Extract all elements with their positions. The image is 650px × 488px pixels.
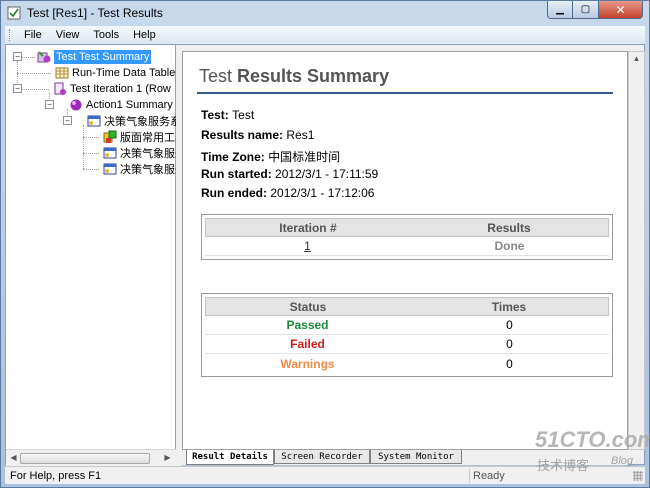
table-row: Failed 0 [205,335,609,354]
menu-help[interactable]: Help [126,29,163,41]
title-bar[interactable]: Test [Res1] - Test Results ▁ ▢ ✕ [1,1,649,25]
iterations-table: Iteration # Results 1 Done [201,214,613,260]
tree-node-test-summary[interactable]: Test Test Summary [37,49,152,65]
info-run-ended: Run ended: 2012/3/1 - 17:12:06 [201,186,375,200]
app-icon [7,6,21,20]
minimize-button[interactable]: ▁ [547,1,573,19]
tree-node-browser[interactable]: 决策气象服务系统 [87,113,176,129]
status-ready: Ready [473,470,505,482]
table-row: Warnings 0 [205,354,609,373]
tree-connector [17,73,51,74]
tree-horizontal-scrollbar[interactable]: ◀ ▶ [6,449,176,466]
menu-file[interactable]: File [17,29,49,41]
tree-collapse-toggle[interactable]: − [13,84,22,93]
tree-connector [83,137,99,138]
window-controls: ▁ ▢ ✕ [547,1,643,19]
window-title: Test [Res1] - Test Results [27,6,163,20]
tree-body: − − − − Test Test Summary Run-Time Data … [6,45,176,449]
tree-node-browser[interactable]: 决策气象服务 [103,161,176,177]
table-row: 1 Done [205,237,609,256]
table-header-row: Iteration # Results [205,218,609,237]
status-count: 0 [506,356,513,371]
maximize-icon: ▢ [580,4,591,15]
iteration-result: Done [494,239,525,253]
menu-bar: File View Tools Help [5,26,645,44]
info-time-zone: Time Zone: 中国标准时间 [201,150,341,164]
action-icon [70,99,82,111]
tree-node-action-summary[interactable]: Action1 Summary [69,97,173,113]
table-row: Passed 0 [205,316,609,335]
status-separator [469,469,470,483]
column-header: Times [491,299,527,314]
app-window: Test [Res1] - Test Results ▁ ▢ ✕ File Vi… [0,0,650,488]
report-title: Test Results Summary [199,66,390,86]
tree-connector [83,153,99,154]
status-warnings: Warnings [280,356,335,371]
summary-icon [37,51,51,63]
maximize-button[interactable]: ▢ [573,1,599,19]
report-vertical-scrollbar[interactable]: ▲ [628,51,645,450]
title-divider [197,92,613,94]
menu-grip [9,29,13,41]
status-passed: Passed [286,318,329,332]
menu-view[interactable]: View [49,29,87,41]
column-header: Iteration # [279,220,337,235]
scroll-right-icon[interactable]: ▶ [162,453,173,464]
column-header: Results [487,220,531,235]
client-area: − − − − Test Test Summary Run-Time Data … [5,44,645,466]
tree-node-browser[interactable]: 决策气象服务 [103,145,176,161]
iteration-link[interactable]: 1 [304,239,311,253]
close-button[interactable]: ✕ [599,1,643,19]
scroll-thumb[interactable] [20,453,150,464]
tree-collapse-toggle[interactable]: − [63,116,72,125]
scroll-left-icon[interactable]: ◀ [8,453,19,464]
status-table: Status Times Passed 0 Failed 0 Warnings … [201,293,613,377]
info-run-started: Run started: 2012/3/1 - 17:11:59 [201,167,379,181]
tree-collapse-toggle[interactable]: − [13,52,22,61]
column-header: Status [289,299,327,314]
scroll-up-icon[interactable]: ▲ [631,54,642,65]
status-bar: For Help, press F1 Ready [5,466,645,484]
status-help-text: For Help, press F1 [10,470,102,482]
bottom-tab-strip: Result Details Screen Recorder System Mo… [182,450,628,465]
browser-icon [103,163,117,175]
close-icon: ✕ [615,2,626,17]
tab-result-details[interactable]: Result Details [186,450,274,465]
status-failed: Failed [290,337,325,351]
tab-screen-recorder[interactable]: Screen Recorder [274,450,370,464]
status-count: 0 [506,318,513,332]
datatable-icon [55,67,69,79]
table-header-row: Status Times [205,297,609,316]
status-count: 0 [506,337,513,351]
tree-node-page[interactable]: 版面常用工具 [103,129,176,145]
browser-icon [87,115,101,127]
result-details-pane: Test Results Summary Test: Test Results … [182,51,628,450]
tree-collapse-toggle[interactable]: − [45,100,54,109]
info-results-name: Results name: Res1 [201,128,315,142]
browser-icon [103,147,117,159]
results-tree[interactable]: − − − − Test Test Summary Run-Time Data … [6,45,176,466]
menu-tools[interactable]: Tools [86,29,126,41]
info-test: Test: Test [201,108,255,122]
minimize-icon: ▁ [556,4,564,15]
page-icon [103,130,117,143]
tree-node-datatable[interactable]: Run-Time Data Table [55,65,175,81]
tree-connector [19,89,49,90]
tree-connector [83,169,99,170]
resize-grip-icon[interactable] [633,471,643,481]
iteration-icon [54,82,66,95]
tree-connector [83,125,84,169]
tab-system-monitor[interactable]: System Monitor [370,450,462,464]
tree-node-iteration[interactable]: Test Iteration 1 (Row [53,81,171,97]
